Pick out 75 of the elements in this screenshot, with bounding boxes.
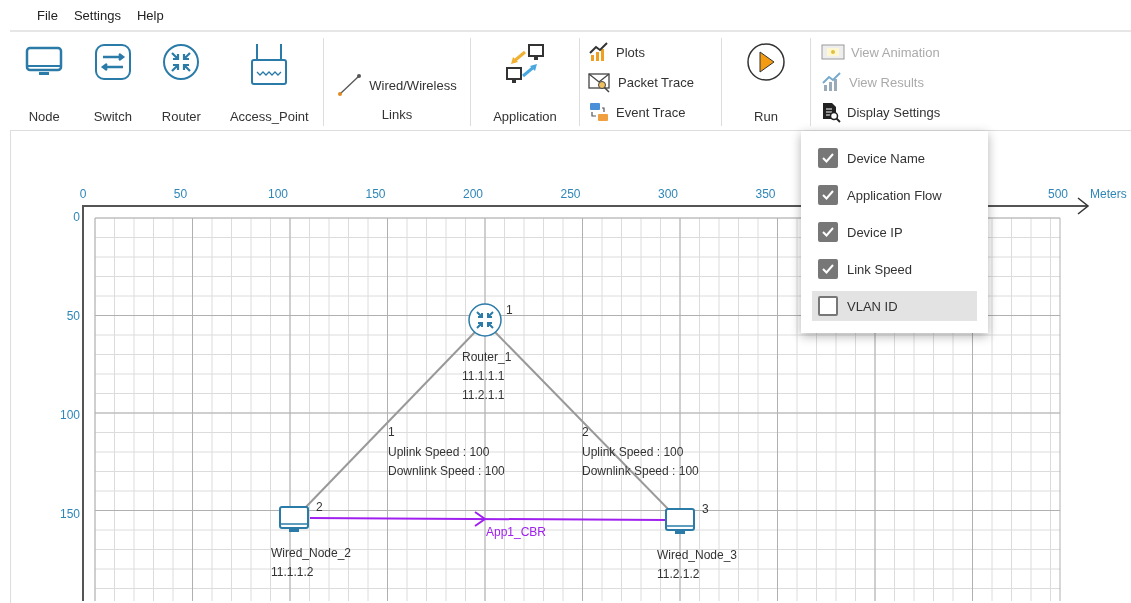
switch-icon xyxy=(92,42,133,82)
checkbox[interactable] xyxy=(818,222,838,242)
link-speed-label: Uplink Speed : 100 xyxy=(388,445,490,459)
device-ip: 11.2.1.1 xyxy=(462,388,505,402)
checkbox[interactable] xyxy=(818,296,838,316)
application-button[interactable]: Application xyxy=(491,38,559,126)
checkbox-menu-item[interactable]: Device Name xyxy=(812,143,977,173)
device-tool-button[interactable]: Switch xyxy=(90,38,135,126)
result-button[interactable]: Display Settings xyxy=(821,98,1021,126)
run-button[interactable]: Run xyxy=(744,38,788,126)
device-tool-button[interactable]: Router xyxy=(159,38,204,126)
x-tick-label: 350 xyxy=(755,187,776,201)
y-tick-label: 50 xyxy=(66,309,80,323)
device-number: 1 xyxy=(506,303,513,317)
check-icon xyxy=(821,188,835,202)
x-tick-label: 200 xyxy=(463,187,483,201)
document-search-icon xyxy=(821,101,841,123)
device-tool-button[interactable]: Node xyxy=(22,38,67,126)
computer-icon[interactable] xyxy=(665,508,695,534)
x-tick-label: 150 xyxy=(365,187,386,201)
y-tick-label: 100 xyxy=(59,408,80,422)
x-tick-label: 0 xyxy=(79,187,87,201)
link-speed-label: Uplink Speed : 100 xyxy=(582,445,684,459)
x-tick-label: 100 xyxy=(268,187,288,201)
device-ip: 11.2.1.2 xyxy=(657,567,700,581)
device-name: Wired_Node_2 xyxy=(271,546,352,560)
checkbox[interactable] xyxy=(818,148,838,168)
line-icon xyxy=(337,72,364,98)
group-label: Links xyxy=(381,107,413,122)
menu-item[interactable]: File xyxy=(37,7,58,23)
check-icon xyxy=(821,225,835,239)
checkbox[interactable] xyxy=(818,185,838,205)
wired-wireless-button[interactable]: Wired/Wireless xyxy=(337,72,457,98)
device-name: Router_1 xyxy=(462,350,512,364)
chart-icon xyxy=(821,71,843,93)
envelope-icon xyxy=(588,71,612,93)
event-trace-icon xyxy=(588,101,610,123)
y-tick-label: 150 xyxy=(59,507,80,521)
trace-button[interactable]: Event Trace xyxy=(588,98,721,126)
axis-unit-label: Meters xyxy=(1090,187,1127,201)
device-name: Wired_Node_3 xyxy=(657,548,738,562)
router-icon[interactable] xyxy=(468,303,502,337)
flow-label: App1_CBR xyxy=(486,525,547,539)
check-icon xyxy=(821,262,835,276)
x-tick-label: 500 xyxy=(1048,187,1068,201)
device-number: 2 xyxy=(316,500,323,514)
menu-item[interactable]: Help xyxy=(136,7,164,23)
y-tick-label: 0 xyxy=(73,210,80,224)
device-tool-button[interactable]: Access_Point xyxy=(227,38,311,126)
checkbox[interactable] xyxy=(818,259,838,279)
checkbox-menu-item[interactable]: Application Flow xyxy=(812,180,977,210)
chart-icon xyxy=(588,41,610,63)
computer-icon[interactable] xyxy=(279,506,309,532)
check-icon xyxy=(821,151,835,165)
checkbox-menu-item[interactable]: Link Speed xyxy=(812,254,977,284)
link-number: 2 xyxy=(582,425,589,439)
access-point-icon xyxy=(249,42,290,86)
menu-item[interactable]: Settings xyxy=(73,7,121,23)
device-number: 3 xyxy=(702,502,709,516)
trace-button[interactable]: Packet Trace xyxy=(588,68,721,96)
film-icon xyxy=(821,42,845,62)
x-tick-label: 250 xyxy=(560,187,581,201)
play-icon xyxy=(746,42,786,82)
application-icon xyxy=(503,42,547,86)
x-tick-label: 300 xyxy=(658,187,678,201)
device-ip: 11.1.1.1 xyxy=(462,369,505,383)
checkbox-menu-item[interactable]: VLAN ID xyxy=(812,291,977,321)
checkbox-menu-item[interactable]: Device IP xyxy=(812,217,977,247)
link-speed-label: Downlink Speed : 100 xyxy=(582,464,699,478)
device-ip: 11.1.1.2 xyxy=(271,565,314,579)
trace-button[interactable]: Plots xyxy=(588,38,721,66)
router-icon xyxy=(161,42,202,82)
x-tick-label: 50 xyxy=(173,187,188,201)
link-speed-label: Downlink Speed : 100 xyxy=(388,464,505,478)
link-number: 1 xyxy=(388,425,395,439)
